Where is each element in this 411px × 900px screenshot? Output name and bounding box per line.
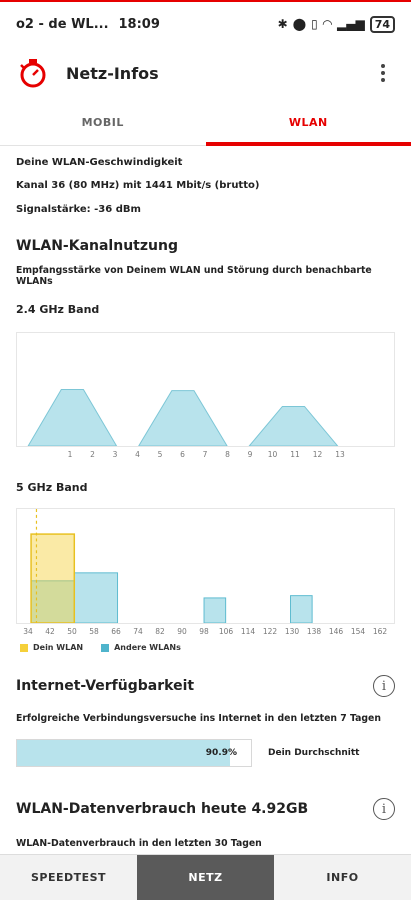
network-5-3 xyxy=(203,597,227,623)
tick-5-34: 34 xyxy=(23,627,33,636)
average-label: Dein Durchschnitt xyxy=(268,748,360,758)
legend-other-swatch xyxy=(101,643,110,652)
tick-5-74: 74 xyxy=(133,627,143,636)
data-usage-subtitle: WLAN-Datenverbrauch in den letzten 30 Ta… xyxy=(16,838,262,849)
data-usage-info-icon[interactable]: i xyxy=(373,798,395,820)
network-5-4 xyxy=(290,595,313,623)
tick-5-138: 138 xyxy=(306,627,322,636)
status-bar: o2 - de WL... 18:09 ✱ ⬤ ▯ ◠ ▂▄▆ 74 xyxy=(0,0,411,46)
tick-24-5: 5 xyxy=(157,450,163,459)
availability-title: Internet-Verfügbarkeit xyxy=(16,678,195,694)
network-24-2 xyxy=(138,390,228,446)
tick-24-13: 13 xyxy=(335,450,345,459)
network-5-2 xyxy=(73,572,119,623)
stopwatch-icon xyxy=(20,59,46,88)
nav-info[interactable]: INFO xyxy=(274,855,411,900)
legend-other: Andere WLANs xyxy=(101,643,181,652)
chart-24ghz xyxy=(16,332,395,447)
availability-percent: 90.9% xyxy=(205,748,237,758)
location-icon: ⬤ xyxy=(292,17,307,31)
channel-usage-title: WLAN-Kanalnutzung xyxy=(16,238,178,254)
channel-info: Kanal 36 (80 MHz) mit 1441 Mbit/s (brutt… xyxy=(16,180,260,191)
network-24-3 xyxy=(248,405,339,446)
tick-24-4: 4 xyxy=(135,450,140,459)
signal-strength: Signalstärke: -36 dBm xyxy=(16,204,141,215)
legend-other-label: Andere WLANs xyxy=(114,643,181,652)
availability-subtitle: Erfolgreiche Verbindungsversuche ins Int… xyxy=(16,713,381,724)
nav-netz[interactable]: NETZ xyxy=(137,855,274,900)
app-bar: Netz-Infos xyxy=(0,46,411,100)
tab-bar: MOBIL WLAN xyxy=(0,100,411,146)
tick-5-162: 162 xyxy=(372,627,388,636)
network-24-1 xyxy=(27,389,118,446)
tick-24-11: 11 xyxy=(290,450,300,459)
channel-usage-subtitle: Empfangsstärke von Deinem WLAN und Störu… xyxy=(16,265,372,287)
chart-5ghz xyxy=(16,508,395,624)
tick-5-58: 58 xyxy=(89,627,99,636)
tick-24-9: 9 xyxy=(247,450,253,459)
legend-own: Dein WLAN xyxy=(20,643,83,652)
tab-mobil[interactable]: MOBIL xyxy=(0,100,206,145)
tick-5-98: 98 xyxy=(199,627,209,636)
tab-wlan[interactable]: WLAN xyxy=(205,100,411,146)
availability-info-icon[interactable]: i xyxy=(373,675,395,697)
tick-24-10: 10 xyxy=(267,450,278,459)
tick-5-122: 122 xyxy=(262,627,278,636)
tick-5-50: 50 xyxy=(67,627,77,636)
tick-24-3: 3 xyxy=(112,450,118,459)
data-usage-title: WLAN-Datenverbrauch heute 4.92GB xyxy=(16,801,309,817)
own-network-5 xyxy=(30,533,76,623)
tick-24-6: 6 xyxy=(180,450,185,459)
overflow-menu-icon[interactable] xyxy=(371,61,395,85)
band-24-label: 2.4 GHz Band xyxy=(16,303,100,316)
tick-5-42: 42 xyxy=(45,627,55,636)
tick-5-154: 154 xyxy=(350,627,366,636)
tick-5-90: 90 xyxy=(177,627,187,636)
nav-speedtest[interactable]: SPEEDTEST xyxy=(0,855,137,900)
band-5-label: 5 GHz Band xyxy=(16,481,88,494)
bottom-navigation: SPEEDTEST NETZ INFO xyxy=(0,854,411,900)
wifi-icon: ◠ xyxy=(322,17,332,31)
battery-icon: 74 xyxy=(369,15,395,33)
chart-legend: Dein WLAN Andere WLANs xyxy=(20,643,181,652)
page-title: Netz-Infos xyxy=(66,63,159,83)
availability-progress-fill xyxy=(17,740,230,766)
signal-icon: ▂▄▆ xyxy=(337,17,365,31)
tick-5-66: 66 xyxy=(111,627,121,636)
bluetooth-icon: ✱ xyxy=(277,17,288,31)
legend-own-label: Dein WLAN xyxy=(33,643,84,652)
tick-24-7: 7 xyxy=(202,450,208,459)
wlan-speed-heading: Deine WLAN-Geschwindigkeit xyxy=(16,157,183,168)
main-content: Deine WLAN-Geschwindigkeit Kanal 36 (80 … xyxy=(0,146,411,854)
tick-5-82: 82 xyxy=(155,627,165,636)
vibrate-icon: ▯ xyxy=(311,17,318,31)
legend-own-swatch xyxy=(20,643,28,652)
tick-5-106: 106 xyxy=(218,627,234,636)
clock: 18:09 xyxy=(118,16,160,32)
tick-5-146: 146 xyxy=(328,627,344,636)
tick-24-1: 1 xyxy=(67,450,73,459)
tick-24-12: 12 xyxy=(312,450,323,459)
tick-24-8: 8 xyxy=(225,450,230,459)
tick-5-130: 130 xyxy=(284,627,300,636)
carrier-text: o2 - de WL... xyxy=(16,16,109,32)
availability-progress-bar: 90.9% xyxy=(16,739,252,767)
tick-5-114: 114 xyxy=(240,627,256,636)
tick-24-2: 2 xyxy=(90,450,95,459)
